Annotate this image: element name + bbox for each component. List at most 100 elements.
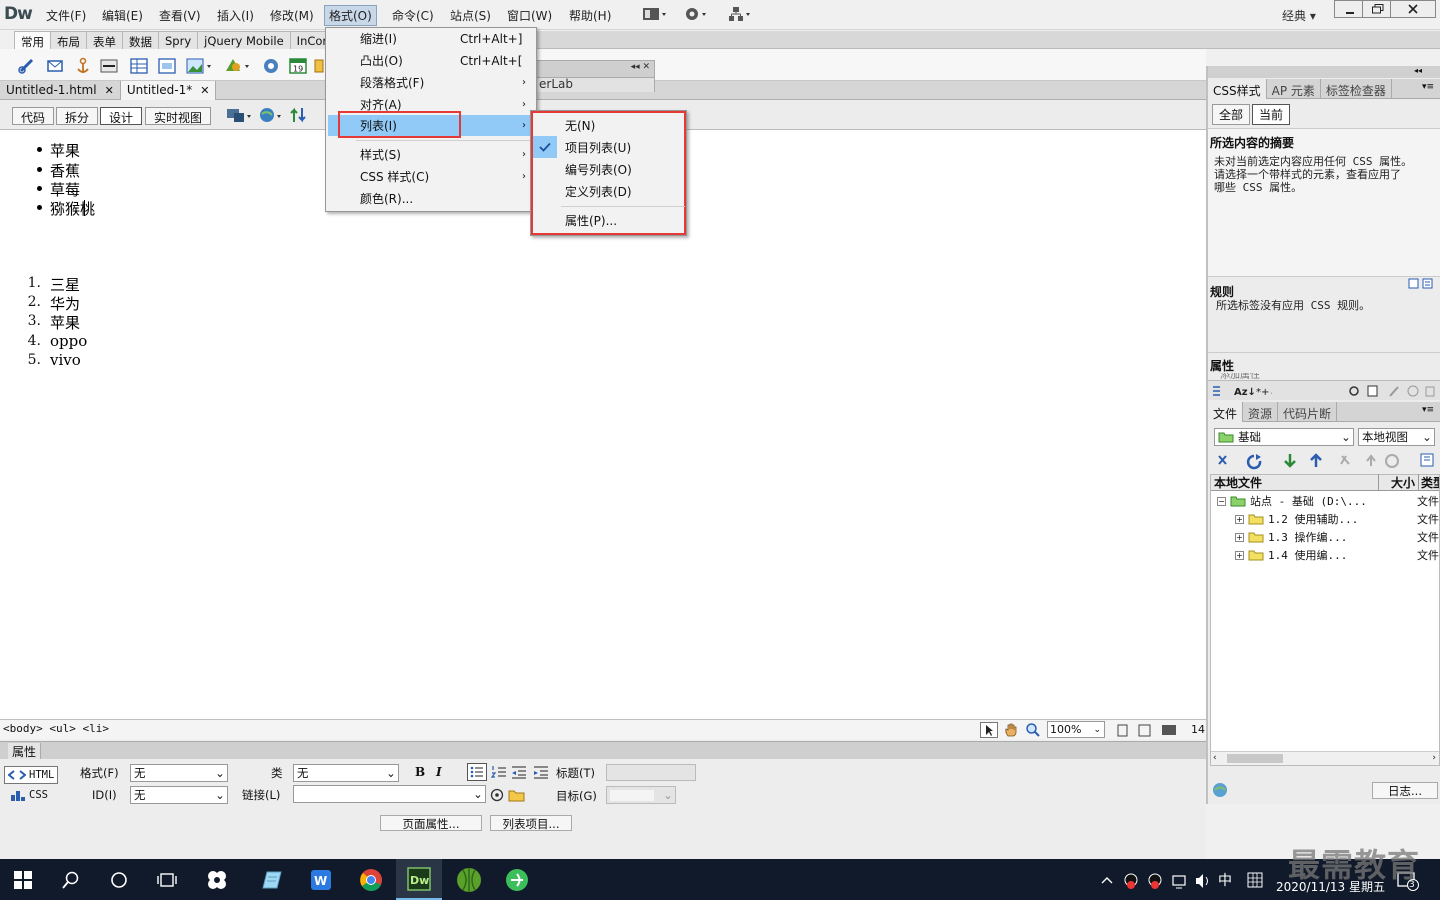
horizontal-rule-icon[interactable]	[100, 57, 118, 75]
tree-row-folder[interactable]: + 1.2 使用辅助... 文件	[1235, 511, 1439, 527]
panel-collapse-icon[interactable]: ◂◂	[1208, 66, 1440, 78]
file-management-icon[interactable]	[290, 106, 316, 124]
menu-view[interactable]: 查看(V)	[155, 6, 205, 25]
link-input[interactable]: ⌄	[293, 785, 486, 803]
gear-icon[interactable]	[684, 6, 710, 22]
submenu-item-properties[interactable]: 属性(P)...	[533, 210, 683, 231]
insert-tab-form[interactable]: 表单	[86, 31, 123, 49]
tree-row-site[interactable]: − 站点 - 基础 (D:\... 文件	[1217, 493, 1439, 509]
tab-css-styles[interactable]: CSS样式	[1208, 78, 1267, 99]
column-size[interactable]: 大小	[1379, 474, 1419, 491]
view-select[interactable]: 本地视图 ⌄	[1358, 428, 1435, 446]
menu-help[interactable]: 帮助(H)	[565, 6, 615, 25]
list-item[interactable]: 华为	[50, 293, 80, 314]
all-toggle[interactable]: 全部	[1212, 104, 1251, 125]
expand-toggle-icon[interactable]: +	[1235, 514, 1244, 524]
log-button[interactable]: 日志...	[1372, 782, 1438, 799]
id-select[interactable]: 无 ⌄	[130, 786, 228, 804]
menu-item-indent[interactable]: 缩进(I) Ctrl+Alt+]	[328, 28, 534, 49]
properties-header[interactable]: 属性	[0, 741, 1206, 760]
menu-item-style[interactable]: 样式(S) ›	[328, 144, 534, 165]
widget-icon[interactable]	[262, 57, 280, 75]
cortana-icon[interactable]	[96, 859, 142, 900]
menu-site[interactable]: 站点(S)	[446, 6, 495, 25]
css-mode-button[interactable]: CSS	[10, 788, 48, 802]
system-tray-icons[interactable]	[1100, 872, 1216, 890]
tree-row-folder[interactable]: + 1.4 使用编... 文件	[1235, 547, 1439, 563]
target-select[interactable]: ⌄	[606, 786, 676, 804]
properties-tab[interactable]: 属性	[8, 743, 42, 760]
pinwheel-app-icon[interactable]	[194, 859, 240, 900]
css-action-icons[interactable]	[1346, 384, 1436, 398]
code-view-button[interactable]: 代码	[12, 107, 55, 125]
format-select[interactable]: 无 ⌄	[130, 764, 228, 782]
list-item[interactable]: 猕猴桃	[50, 198, 95, 219]
menu-item-css-style[interactable]: CSS 样式(C) ›	[328, 166, 534, 187]
dreamweaver-taskbar-icon[interactable]: Dw	[396, 859, 442, 900]
doc-tab-untitled-1-html[interactable]: Untitled-1.html ✕	[0, 80, 121, 100]
select-tool-icon[interactable]	[980, 722, 998, 738]
window-size-icon[interactable]	[1117, 724, 1177, 738]
menu-file[interactable]: 文件(F)	[42, 6, 90, 25]
media-icon[interactable]	[224, 57, 252, 75]
point-to-file-icon[interactable]	[490, 788, 504, 802]
preview-browser-icon[interactable]	[259, 106, 285, 124]
indent-button[interactable]	[532, 764, 550, 780]
browser-app-icon[interactable]	[494, 859, 540, 900]
tab-snippets[interactable]: 代码片断	[1278, 401, 1338, 422]
email-link-icon[interactable]	[46, 57, 64, 75]
server-side-include-icon[interactable]	[314, 57, 324, 75]
list-item[interactable]: 苹果	[50, 140, 80, 161]
layout-icon[interactable]	[642, 6, 668, 22]
hand-tool-icon[interactable]	[1003, 722, 1021, 738]
list-item[interactable]: 香蕉	[50, 160, 80, 181]
panel-menu-icon[interactable]: ▾≡	[1422, 82, 1434, 92]
tab-ap-elements[interactable]: AP 元素	[1267, 78, 1321, 99]
submenu-item-definition-list[interactable]: 定义列表(D)	[533, 181, 683, 202]
menu-item-color[interactable]: 颜色(R)...	[328, 188, 534, 209]
submenu-item-none[interactable]: 无(N)	[533, 115, 683, 136]
class-select[interactable]: 无 ⌄	[293, 764, 399, 782]
windows-start-icon[interactable]	[0, 859, 46, 900]
doc-tab-untitled-1-modified[interactable]: Untitled-1* ✕	[120, 80, 217, 100]
column-local-files[interactable]: 本地文件	[1211, 474, 1379, 491]
collapse-icon[interactable]: ◂◂ ✕	[631, 62, 650, 72]
date-icon[interactable]: 19	[289, 57, 307, 75]
tab-assets[interactable]: 资源	[1243, 401, 1279, 422]
close-window-button[interactable]	[1390, 0, 1436, 18]
zoom-select[interactable]: 100% ⌄	[1047, 721, 1105, 738]
image-icon[interactable]	[186, 57, 214, 75]
table-icon[interactable]	[130, 57, 148, 75]
unordered-list-button[interactable]	[467, 763, 487, 781]
watermelon-app-icon[interactable]	[446, 859, 492, 900]
hyperlink-icon[interactable]	[18, 57, 36, 75]
chrome-icon[interactable]	[348, 859, 394, 900]
insert-tab-layout[interactable]: 布局	[50, 31, 87, 49]
close-icon[interactable]: ✕	[105, 84, 114, 97]
design-view-button[interactable]: 设计	[100, 107, 143, 125]
search-icon[interactable]	[48, 859, 94, 900]
rule-view-icons[interactable]	[1408, 278, 1436, 290]
collapse-toggle-icon[interactable]: −	[1217, 496, 1226, 506]
page-properties-button[interactable]: 页面属性...	[380, 815, 482, 831]
list-item[interactable]: 草莓	[50, 179, 80, 200]
italic-button[interactable]: I	[436, 765, 442, 779]
menu-window[interactable]: 窗口(W)	[503, 6, 556, 25]
menu-item-paragraph-format[interactable]: 段落格式(F) ›	[328, 72, 534, 93]
zoom-tool-icon[interactable]	[1025, 722, 1041, 738]
submenu-item-ordered-list[interactable]: 编号列表(O)	[533, 159, 683, 180]
menu-insert[interactable]: 插入(I)	[213, 6, 258, 25]
list-item[interactable]: 苹果	[50, 312, 80, 333]
scrollbar-thumb[interactable]	[1227, 754, 1283, 763]
named-anchor-icon[interactable]	[74, 57, 92, 75]
ordered-list-button[interactable]	[490, 764, 508, 780]
files-toolbar-icons[interactable]	[1216, 452, 1436, 470]
list-item[interactable]: vivo	[50, 351, 81, 369]
live-view-button[interactable]: 实时视图	[145, 107, 212, 125]
outdent-button[interactable]	[510, 764, 528, 780]
task-view-icon[interactable]	[144, 859, 190, 900]
menu-edit[interactable]: 编辑(E)	[98, 6, 147, 25]
title-input[interactable]	[606, 764, 696, 781]
insert-tab-common[interactable]: 常用	[14, 31, 51, 49]
multiscreen-icon[interactable]	[226, 106, 252, 124]
